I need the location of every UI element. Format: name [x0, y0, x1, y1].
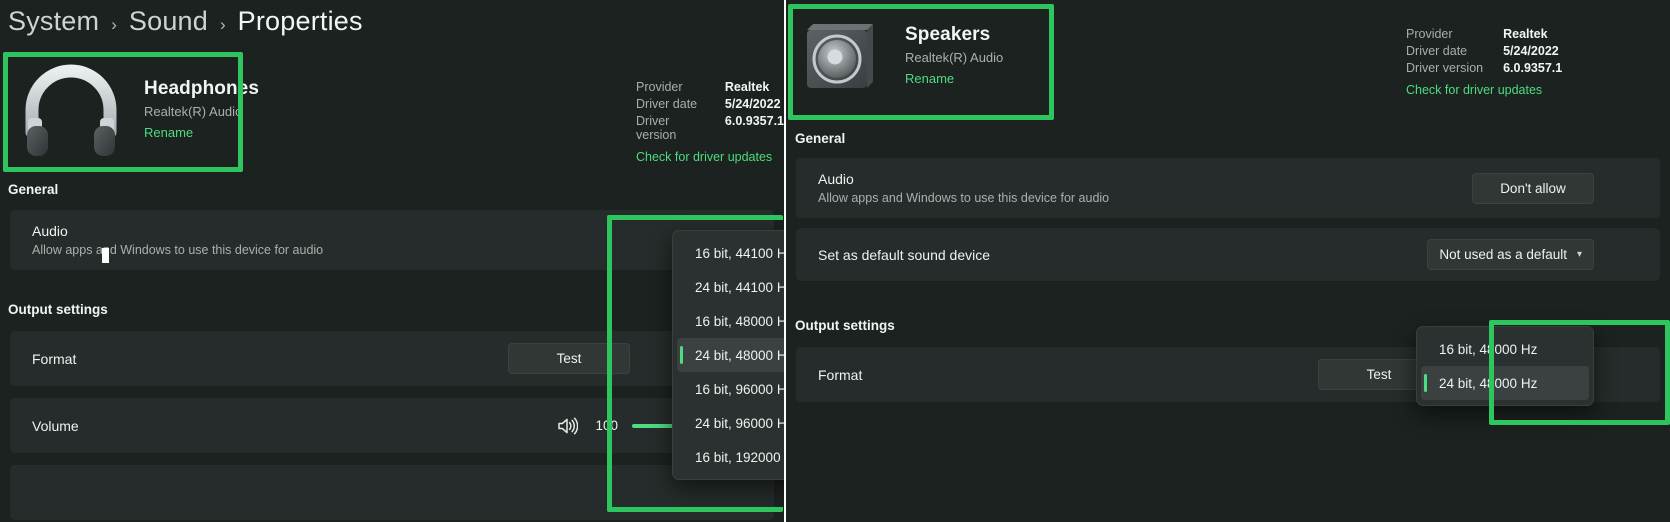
driver-date-value-speakers: 5/24/2022 — [1503, 44, 1559, 58]
device-text-block: Headphones Realtek(R) Audio Rename — [144, 78, 259, 140]
volume-value: 100 — [595, 418, 618, 433]
breadcrumb-item-system[interactable]: System — [8, 6, 99, 37]
row-format-label-speakers: Format — [818, 366, 863, 383]
driver-date-value: 5/24/2022 — [724, 97, 781, 111]
chevron-right-icon-2: › — [219, 15, 226, 34]
breadcrumb-item-properties: Properties — [237, 6, 363, 36]
driver-info-block-speakers: Provider Realtek Driver date 5/24/2022 D… — [1406, 27, 1562, 97]
speaker-box-icon — [801, 16, 879, 94]
device-name-speakers: Speakers — [905, 24, 991, 45]
general-heading: General — [8, 182, 59, 197]
pane-divider — [784, 0, 786, 522]
row-audio-label: Audio — [32, 223, 68, 239]
output-settings-heading: Output settings — [8, 302, 108, 317]
text-cursor-caret — [102, 248, 109, 263]
default-device-value: Not used as a default — [1439, 247, 1567, 262]
row-audio-sublabel-speakers: Allow apps and Windows to use this devic… — [818, 191, 1110, 205]
driver-version-label-speakers: Driver version — [1406, 61, 1484, 75]
device-name: Headphones — [144, 78, 260, 99]
chevron-right-icon: › — [111, 15, 117, 34]
row-format-label: Format — [32, 350, 77, 367]
format-test-button[interactable]: Test — [508, 343, 630, 374]
format-option-1[interactable]: 24 bit, 44100 Hz — [677, 270, 784, 304]
provider-label-speakers: Provider — [1406, 27, 1453, 41]
default-device-combobox[interactable]: Not used as a default ▾ — [1427, 239, 1594, 270]
format-option-speakers-1[interactable]: 24 bit, 48000 Hz — [1421, 366, 1589, 400]
driver-version-value: 6.0.9357.1 — [724, 114, 784, 128]
device-card-speakers: Speakers Realtek(R) Audio Rename — [801, 16, 1003, 94]
right-pane-speakers-properties: Speakers Realtek(R) Audio Rename Provide… — [786, 0, 1670, 522]
provider-value-speakers: Realtek — [1503, 27, 1548, 41]
device-card-headphones: Headphones Realtek(R) Audio Rename — [20, 60, 259, 158]
format-option-5[interactable]: 24 bit, 96000 Hz — [677, 406, 784, 440]
row-audio-sublabel: Allow apps and Windows to use this devic… — [32, 243, 324, 257]
driver-date-label-speakers: Driver date — [1406, 44, 1468, 58]
check-driver-updates-link[interactable]: Check for driver updates — [636, 150, 784, 164]
check-driver-updates-link-speakers[interactable]: Check for driver updates — [1406, 83, 1562, 97]
driver-info-block: Provider Realtek Driver date 5/24/2022 D… — [636, 80, 784, 164]
row-default-device-label: Set as default sound device — [818, 246, 991, 263]
dont-allow-button[interactable]: Don't allow — [1472, 172, 1594, 204]
driver-version-value-speakers: 6.0.9357.1 — [1503, 61, 1563, 75]
general-heading-speakers: General — [795, 131, 846, 146]
row-audio-label-speakers: Audio — [818, 171, 854, 187]
rename-link[interactable]: Rename — [144, 125, 259, 140]
row-audio[interactable]: Audio Allow apps and Windows to use this… — [10, 210, 774, 270]
headphones-icon — [20, 60, 122, 158]
format-option-2[interactable]: 16 bit, 48000 Hz — [677, 304, 784, 338]
chevron-down-icon: ▾ — [1576, 249, 1582, 260]
row-audio-text-speakers: Audio Allow apps and Windows to use this… — [818, 171, 1109, 205]
row-format[interactable]: Format Test — [10, 331, 774, 386]
row-volume-label: Volume — [32, 417, 79, 434]
output-settings-heading-speakers: Output settings — [795, 318, 895, 333]
format-option-3[interactable]: 24 bit, 48000 Hz — [677, 338, 784, 372]
format-option-4[interactable]: 16 bit, 96000 Hz — [677, 372, 784, 406]
row-default-device[interactable]: Set as default sound device Not used as … — [796, 228, 1660, 281]
format-dropdown-popup-speakers[interactable]: 16 bit, 48000 Hz 24 bit, 48000 Hz — [1416, 326, 1594, 406]
driver-version-label: Driver version — [636, 114, 677, 142]
row-audio-speakers[interactable]: Audio Allow apps and Windows to use this… — [796, 158, 1660, 218]
provider-value: Realtek — [724, 80, 770, 94]
format-option-0[interactable]: 16 bit, 44100 Hz — [677, 236, 784, 270]
format-dropdown-popup[interactable]: 16 bit, 44100 Hz 24 bit, 44100 Hz 16 bit… — [672, 230, 784, 480]
left-pane-headphones-properties: System › Sound › Properties Headphones R… — [0, 0, 784, 522]
provider-label: Provider — [636, 80, 683, 94]
device-text-block-speakers: Speakers Realtek(R) Audio Rename — [905, 24, 1003, 86]
row-volume[interactable]: Volume 100 — [10, 398, 774, 453]
speaker-wave-icon[interactable] — [557, 417, 578, 435]
breadcrumb-item-sound[interactable]: Sound — [129, 6, 208, 37]
breadcrumb: System › Sound › Properties — [8, 6, 363, 37]
row-next-partial[interactable] — [10, 465, 774, 520]
format-option-6[interactable]: 16 bit, 192000 Hz — [677, 440, 784, 474]
row-audio-text: Audio Allow apps and Windows to use this… — [32, 223, 323, 257]
device-subtitle-speakers: Realtek(R) Audio — [905, 50, 1004, 65]
format-option-speakers-0[interactable]: 16 bit, 48000 Hz — [1421, 332, 1589, 366]
driver-date-label: Driver date — [636, 97, 698, 111]
screen-root: System › Sound › Properties Headphones R… — [0, 0, 1670, 522]
rename-link-speakers[interactable]: Rename — [905, 71, 1003, 86]
device-subtitle: Realtek(R) Audio — [144, 104, 243, 119]
